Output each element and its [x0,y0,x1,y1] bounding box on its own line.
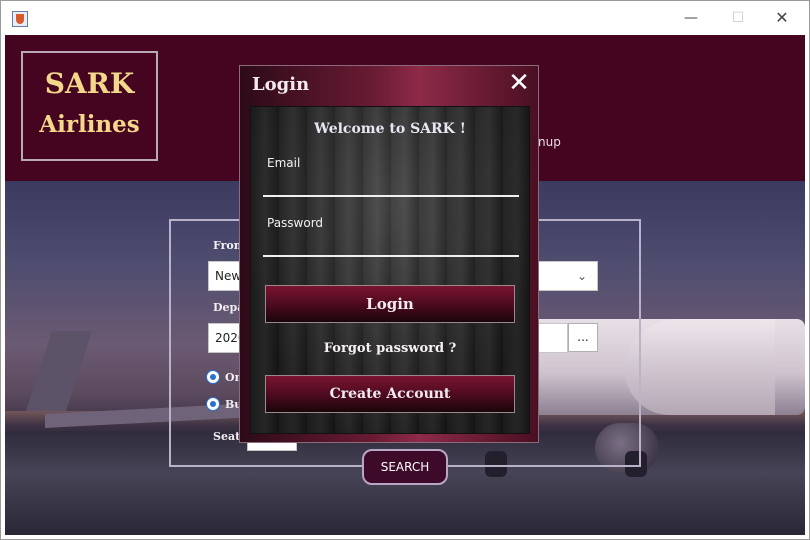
logo-text-sark: SARK [44,67,135,100]
radio-one-way[interactable] [206,370,220,384]
app-window: — ☐ ✕ SARK Airlines nup From New ⌄ Depa [0,0,810,540]
maximize-button[interactable]: ☐ [728,9,748,27]
create-account-button[interactable]: Create Account [265,375,515,413]
login-dialog: Login ✕ Welcome to SARK ! Email Password… [239,65,539,443]
window-close-button[interactable]: ✕ [772,9,792,27]
forgot-password-link[interactable]: Forgot password ? [251,341,529,356]
login-button[interactable]: Login [265,285,515,323]
welcome-text: Welcome to SARK ! [314,121,466,137]
java-app-icon [12,11,28,27]
password-label: Password [267,216,324,230]
main-content: SARK Airlines nup From New ⌄ Depa 2020 .… [5,35,805,535]
password-field[interactable] [263,255,519,257]
window-titlebar: — ☐ ✕ [1,1,809,35]
login-form-panel: Welcome to SARK ! Email Password Login F… [250,106,530,434]
radio-business[interactable] [206,397,220,411]
search-button[interactable]: SEARCH [362,449,448,485]
email-field[interactable] [263,195,519,197]
logo-text-airlines: Airlines [39,111,140,138]
logo: SARK Airlines [21,51,158,161]
chevron-down-icon: ⌄ [576,269,587,283]
date-picker-button[interactable]: ... [568,323,598,352]
email-label: Email [267,156,301,170]
from-select-value: New [215,269,242,283]
airplane-nose [625,319,775,415]
close-icon[interactable]: ✕ [506,70,532,96]
minimize-button[interactable]: — [681,9,701,27]
login-dialog-title: Login [252,74,310,95]
signup-link[interactable]: nup [538,135,561,149]
airplane-tail [26,331,92,411]
